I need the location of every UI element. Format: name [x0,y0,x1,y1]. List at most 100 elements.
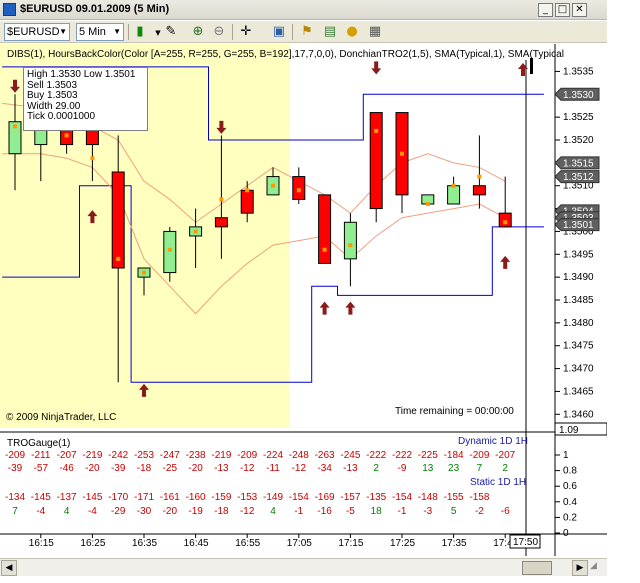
gauge-tick-label: 0 [563,528,569,539]
window-title: $EURUSD 09.01.2009 (5 Min) [20,3,170,15]
zoom-in-icon[interactable]: ⊕ [190,24,206,40]
bar-marker [116,256,121,261]
gauge-value: -30 [136,506,152,517]
price-marker-label: 1.3515 [563,158,594,169]
gauge-value: -149 [262,492,283,503]
gauge-value: -57 [33,463,49,474]
gauge-value: -12 [291,463,307,474]
properties-icon[interactable]: ▣ [271,24,287,40]
gauge-value: 4 [270,506,276,517]
candle-body [111,171,125,269]
gauge-value: -159 [211,492,232,503]
bar-marker [477,174,482,179]
gauge-axis-value: 1.09 [559,425,579,436]
gauge-value: -1 [294,506,304,517]
horizontal-scrollbar[interactable]: ◀ ▶ [0,558,607,576]
gauge-value: 4 [63,506,70,517]
price-tick-label: 1.3475 [563,341,594,352]
gauge-value: -160 [185,492,206,503]
time-tick-label: 16:15 [29,538,54,549]
gauge-value: -5 [345,506,355,517]
gauge-value: -245 [340,450,361,461]
gauge-value: 7 [476,463,483,474]
gauge-value: -12 [239,506,255,517]
scroll-left-icon[interactable]: ◀ [1,560,17,576]
gauge-value: -9 [397,463,407,474]
zoom-out-icon[interactable]: ⊖ [211,24,227,40]
gauge-value: -13 [343,463,358,474]
gauge-value: -20 [188,463,203,474]
gauge-value: 2 [373,463,379,474]
gauge-value: -219 [211,450,232,461]
indicators-icon[interactable]: ▤ [322,24,338,40]
draw-pencil-icon[interactable]: ✎ [163,24,179,40]
copyright-text: © 2009 NinjaTrader, LLC [6,412,117,423]
gauge-tick-label: 0.8 [563,466,577,477]
gauge-value: 2 [502,463,508,474]
candlestick-icon[interactable]: ▮ [132,24,148,40]
strategies-icon[interactable]: ⚑ [299,24,315,40]
bar-marker [425,202,430,206]
bar-marker [167,247,172,252]
gauge-value: -148 [417,492,438,503]
gauge-value: 5 [450,506,457,517]
gauge-value: -253 [133,450,154,461]
gauge-value: -170 [108,492,129,503]
price-tick-label: 1.3460 [563,409,594,420]
gauge-value: -1 [397,506,407,517]
minimize-button[interactable]: _ [538,3,553,17]
bar-marker [13,124,17,129]
interval-select[interactable]: 5 Min ▼ [76,23,124,41]
gauge-value: -242 [108,450,129,461]
bar-marker [322,247,327,252]
gauge-value: -19 [188,506,203,517]
chevron-down-icon: ▼ [59,27,67,36]
gauge-value: -39 [110,463,126,474]
gauge-value: -211 [31,450,51,461]
candle-body [163,230,177,274]
interval-value: 5 Min [79,26,106,38]
gauge-value: -2 [474,506,484,517]
toolbar-separator [292,24,293,40]
time-tick-label: 17:05 [287,538,312,549]
gauge-value: -154 [391,492,412,503]
window-edge [607,0,640,583]
gauge-title: TROGauge(1) [7,438,71,449]
gauge-value: -154 [288,492,309,503]
toolbar-separator [128,24,129,40]
data-box-icon[interactable]: ▦ [367,24,383,40]
price-marker-label: 1.3512 [563,172,594,183]
restore-button[interactable]: □ [555,3,570,17]
scroll-thumb[interactable] [522,561,552,575]
gauge-value: -247 [159,450,180,461]
gauge-value: -238 [185,450,206,461]
price-tick-label: 1.3470 [563,364,594,375]
candle-body [240,189,254,214]
gauge-value: -224 [262,450,283,461]
bar-marker [400,151,404,156]
gauge-tick-label: 0.6 [563,481,577,492]
instrument-value: $EURUSD [7,26,60,38]
time-tick-label: 17:15 [338,538,363,549]
price-tick-label: 1.3465 [563,386,594,397]
gauge-value: -39 [7,463,23,474]
gauge-value: -18 [136,463,152,474]
gauge-value: -137 [56,492,77,503]
dynamic-label: Dynamic 1D 1H [458,436,529,447]
instrument-select[interactable]: $EURUSD ▼ [4,23,70,41]
gauge-value: -145 [30,492,51,503]
close-button[interactable]: ✕ [572,3,587,17]
resize-grip-icon[interactable]: ◢ [590,560,604,574]
gauge-value: -225 [417,450,438,461]
candle-body [292,176,306,200]
toolbar-separator [232,24,233,40]
crosshair-icon[interactable]: ✛ [238,24,254,40]
gauge-value: -145 [82,492,103,503]
money-icon[interactable]: ● [344,24,360,40]
static-label: Static 1D 1H [470,477,527,488]
bar-marker [451,183,456,188]
gauge-value: -248 [288,450,309,461]
scroll-right-icon[interactable]: ▶ [572,560,588,576]
gauge-value: -161 [159,492,180,503]
gauge-value: -207 [495,450,516,461]
